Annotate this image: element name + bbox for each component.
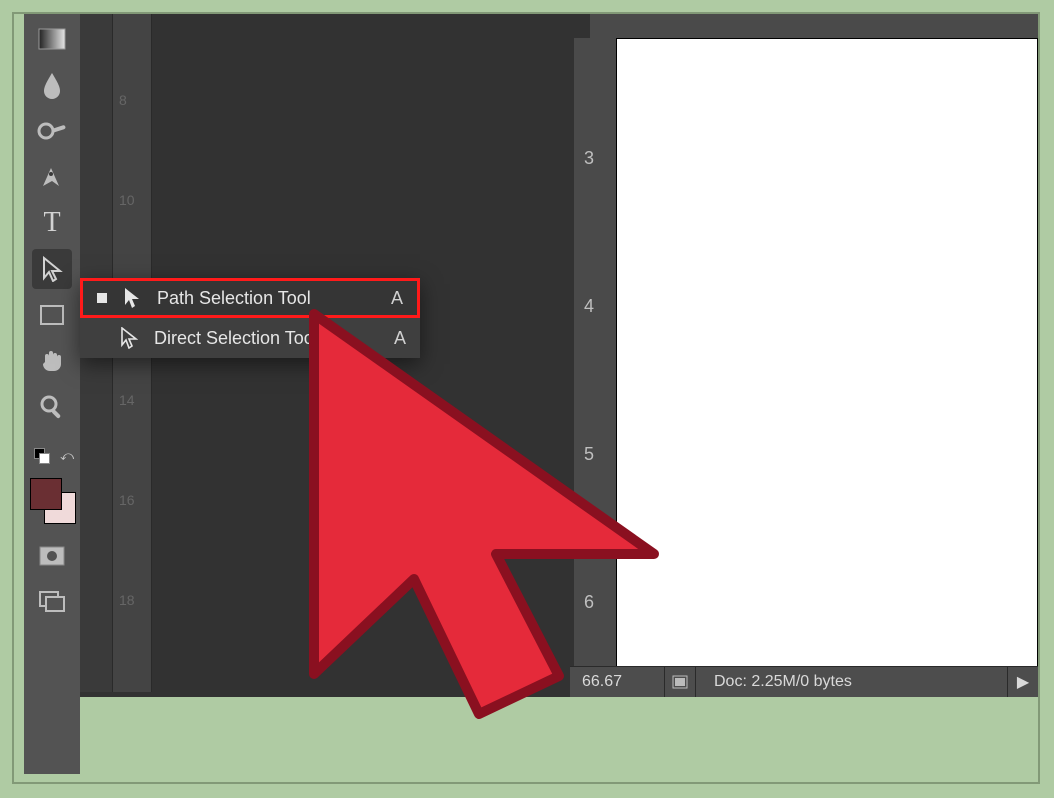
- ruler-tick: 6: [584, 592, 594, 613]
- flyout-item-path-selection[interactable]: Path Selection Tool A: [80, 278, 420, 318]
- flyout-label: Path Selection Tool: [157, 288, 377, 309]
- zoom-icon: [39, 394, 65, 420]
- reset-colors-icon[interactable]: [34, 448, 50, 464]
- hand-icon: [39, 348, 65, 374]
- flyout-item-direct-selection[interactable]: Direct Selection Tool A: [80, 318, 420, 358]
- ruler-tick: 5: [584, 444, 594, 465]
- selected-marker: [97, 293, 107, 303]
- swap-colors-icon[interactable]: ⤺: [60, 448, 74, 464]
- ruler-tick: 16: [119, 492, 135, 508]
- ruler-tick: 8: [119, 92, 127, 108]
- app-frame: T: [12, 12, 1040, 784]
- ruler-tick: 14: [119, 392, 135, 408]
- type-icon: T: [43, 207, 60, 239]
- type-tool[interactable]: T: [32, 203, 72, 243]
- status-bar: 66.67 Doc: 2.25M/0 bytes ▶: [570, 666, 1038, 697]
- tool-flyout: Path Selection Tool A Direct Selection T…: [80, 278, 420, 358]
- ruler-corner: [590, 14, 1038, 39]
- quick-mask-tool[interactable]: [32, 536, 72, 576]
- bottom-overscan: [80, 697, 1038, 782]
- pen-icon: [39, 164, 65, 190]
- gradient-tool[interactable]: [32, 19, 72, 59]
- foreground-swatch[interactable]: [30, 478, 62, 510]
- flyout-label: Direct Selection Tool: [154, 328, 380, 349]
- path-selection-icon: [41, 256, 63, 282]
- ruler-tick: 4: [584, 296, 594, 317]
- quick-mask-icon: [39, 546, 65, 566]
- status-menu-arrow[interactable]: ▶: [1008, 667, 1038, 697]
- status-preview-icon[interactable]: [665, 667, 696, 697]
- ruler-tick: 10: [119, 192, 135, 208]
- canvas[interactable]: [616, 38, 1038, 667]
- document-size[interactable]: Doc: 2.25M/0 bytes: [696, 667, 1008, 697]
- toolbar: T: [24, 14, 80, 774]
- work-area: 8 10 12 14 16 18 3 4 5 6 66.67 Doc: 2.25…: [80, 14, 1038, 782]
- screen-mode-tool[interactable]: [32, 582, 72, 622]
- pen-tool[interactable]: [32, 157, 72, 197]
- color-controls-row: ⤺: [32, 444, 76, 468]
- ruler-tick: 18: [119, 592, 135, 608]
- ruler-tick: 3: [584, 148, 594, 169]
- zoom-level[interactable]: 66.67: [570, 667, 665, 697]
- zoom-tool[interactable]: [32, 387, 72, 427]
- dodge-tool[interactable]: [32, 111, 72, 151]
- hand-tool[interactable]: [32, 341, 72, 381]
- vertical-ruler-right: 3 4 5 6: [574, 38, 617, 667]
- path-selection-icon: [121, 287, 143, 309]
- blur-icon: [40, 71, 64, 99]
- path-selection-tool[interactable]: [32, 249, 72, 289]
- screen-mode-icon: [39, 591, 65, 613]
- direct-selection-icon: [118, 327, 140, 349]
- rectangle-tool[interactable]: [32, 295, 72, 335]
- dodge-icon: [37, 120, 67, 142]
- rectangle-icon: [40, 305, 64, 325]
- gradient-icon: [38, 28, 66, 50]
- blur-tool[interactable]: [32, 65, 72, 105]
- flyout-shortcut: A: [391, 288, 403, 309]
- flyout-shortcut: A: [394, 328, 406, 349]
- color-swatches[interactable]: [30, 478, 76, 528]
- document-preview-icon: [672, 675, 688, 689]
